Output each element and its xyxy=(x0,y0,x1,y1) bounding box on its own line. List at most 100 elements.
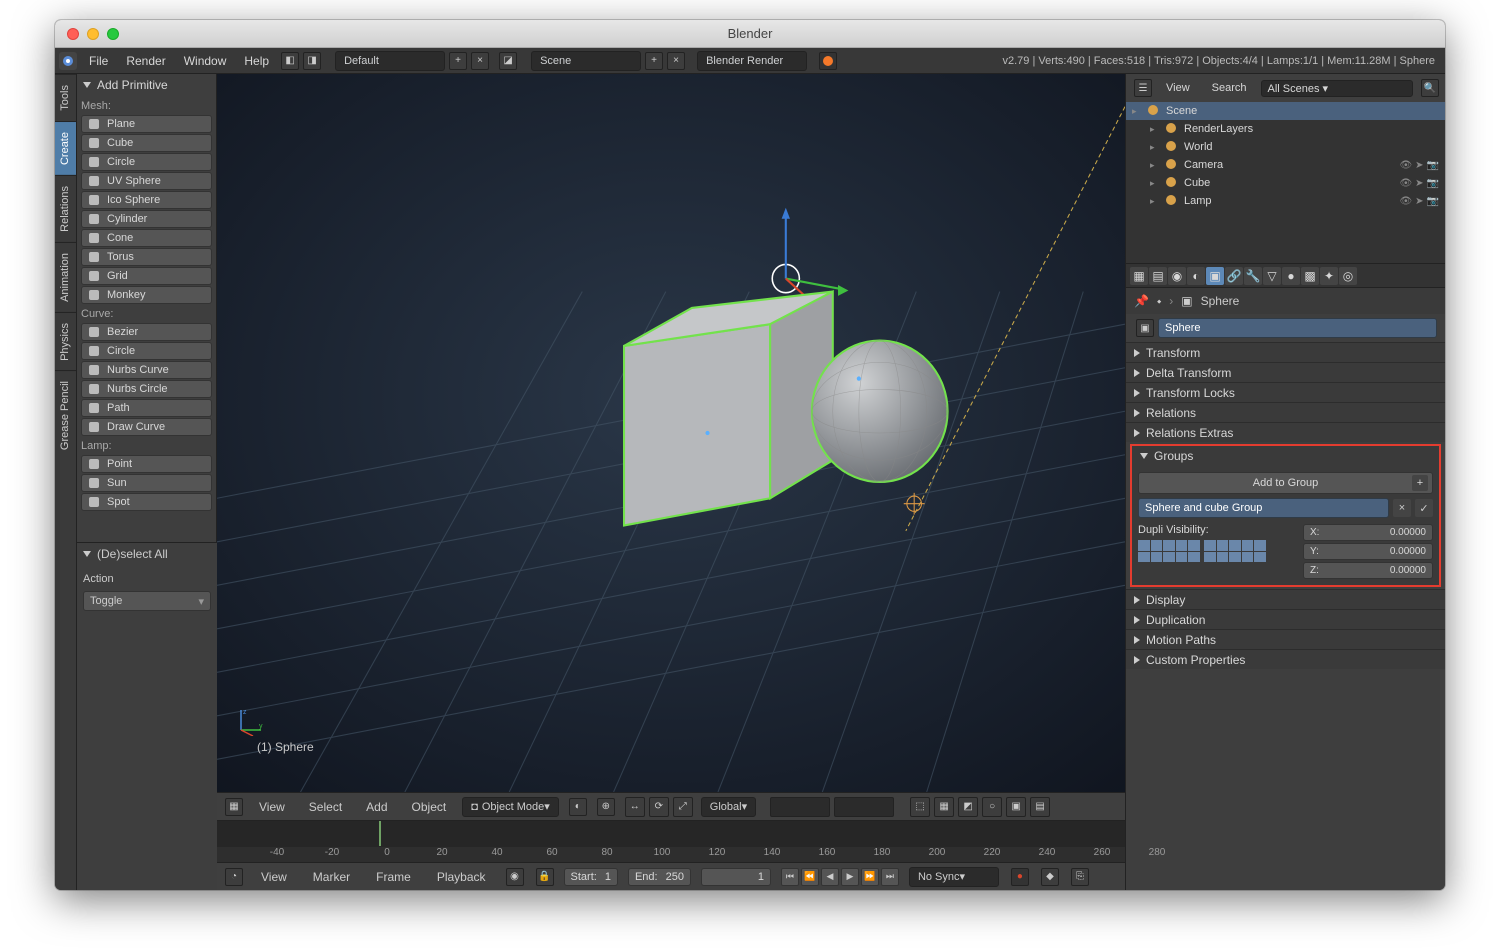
group-offset-z-field[interactable]: Z:0.00000 xyxy=(1303,562,1433,579)
cursor-icon[interactable]: ➤ xyxy=(1415,196,1423,207)
action-select[interactable]: Toggle▾ xyxy=(83,591,211,611)
tab-render-layers-icon[interactable]: ▤ xyxy=(1149,267,1167,285)
eye-icon[interactable]: 👁 xyxy=(1399,160,1412,171)
vtab-animation[interactable]: Animation xyxy=(55,242,76,312)
pin-icon[interactable]: 📌 xyxy=(1134,294,1149,308)
render-engine-select[interactable]: Blender Render xyxy=(697,51,807,71)
tab-texture-icon[interactable]: ▩ xyxy=(1301,267,1319,285)
layout-next-icon[interactable]: ◨ xyxy=(303,52,321,70)
group-offset-x-field[interactable]: X:0.00000 xyxy=(1303,524,1433,541)
pivot-icon[interactable]: ⊕ xyxy=(597,798,615,816)
group-name-field[interactable]: Sphere and cube Group xyxy=(1138,498,1389,518)
render-icon[interactable]: 📷 xyxy=(1427,178,1439,189)
operator-header[interactable]: (De)select All xyxy=(83,547,211,561)
add-to-group-button[interactable]: Add to Group + xyxy=(1138,472,1433,494)
remove-group-icon[interactable]: × xyxy=(1393,499,1411,517)
tab-render-icon[interactable]: ▦ xyxy=(1130,267,1148,285)
vtab-grease-pencil[interactable]: Grease Pencil xyxy=(55,370,76,460)
keying-set-icon[interactable]: ◆ xyxy=(1041,868,1059,886)
add-sun-button[interactable]: Sun xyxy=(81,474,212,492)
add-uv-sphere-button[interactable]: UV Sphere xyxy=(81,172,212,190)
menu-file[interactable]: File xyxy=(81,54,116,68)
tab-data-icon[interactable]: ▽ xyxy=(1263,267,1281,285)
vtab-physics[interactable]: Physics xyxy=(55,312,76,371)
scene-browse-icon[interactable]: ◪ xyxy=(499,52,517,70)
layout-add-icon[interactable]: + xyxy=(449,52,467,70)
outliner-row-renderlayers[interactable]: ▸RenderLayers xyxy=(1126,120,1445,138)
layout-prev-icon[interactable]: ◧ xyxy=(281,52,299,70)
add-cylinder-button[interactable]: Cylinder xyxy=(81,210,212,228)
eye-icon[interactable]: 👁 xyxy=(1399,178,1412,189)
object-datablock-icon[interactable]: ▣ xyxy=(1136,319,1154,337)
manipulator-translate-icon[interactable]: ↔ xyxy=(625,797,645,817)
add-draw-curve-button[interactable]: Draw Curve xyxy=(81,418,212,436)
add-spot-button[interactable]: Spot xyxy=(81,493,212,511)
proportional-icon[interactable]: ○ xyxy=(982,797,1002,817)
panel-custom-properties[interactable]: Custom Properties xyxy=(1126,649,1445,669)
vtab-relations[interactable]: Relations xyxy=(55,175,76,242)
add-circle-button[interactable]: Circle xyxy=(81,342,212,360)
camera-icon[interactable]: ▣ xyxy=(1006,797,1026,817)
add-nurbs-circle-button[interactable]: Nurbs Circle xyxy=(81,380,212,398)
sync-select[interactable]: No Sync ▾ xyxy=(909,867,999,887)
menu-render[interactable]: Render xyxy=(118,54,173,68)
tab-modifiers-icon[interactable]: 🔧 xyxy=(1244,267,1262,285)
render-icon[interactable]: 📷 xyxy=(1427,160,1439,171)
outliner-filter-select[interactable]: All Scenes ▾ xyxy=(1261,80,1413,97)
panel-transform-locks[interactable]: Transform Locks xyxy=(1126,382,1445,402)
shading-icon[interactable]: ◐ xyxy=(569,798,587,816)
eye-icon[interactable]: 👁 xyxy=(1399,196,1412,207)
add-circle-button[interactable]: Circle xyxy=(81,153,212,171)
vtab-tools[interactable]: Tools xyxy=(55,74,76,121)
add-path-button[interactable]: Path xyxy=(81,399,212,417)
tl-menu-marker[interactable]: Marker xyxy=(305,870,358,884)
groups-panel-header[interactable]: Groups xyxy=(1132,446,1439,466)
tab-world-icon[interactable]: ◐ xyxy=(1187,267,1205,285)
jump-start-icon[interactable]: ⏮ xyxy=(781,868,799,886)
next-keyframe-icon[interactable]: ⏩ xyxy=(861,868,879,886)
object-name-field[interactable]: Sphere xyxy=(1158,318,1437,338)
group-toggle-icon[interactable]: ✓ xyxy=(1415,499,1433,517)
add-ico-sphere-button[interactable]: Ico Sphere xyxy=(81,191,212,209)
add-nurbs-curve-button[interactable]: Nurbs Curve xyxy=(81,361,212,379)
overlay-icon[interactable]: ◩ xyxy=(958,797,978,817)
start-frame-field[interactable]: Start:1 xyxy=(564,868,618,886)
3d-menu-select[interactable]: Select xyxy=(301,800,350,814)
panel-relations-extras[interactable]: Relations Extras xyxy=(1126,422,1445,442)
tab-object-icon[interactable]: ▣ xyxy=(1206,267,1224,285)
add-plane-button[interactable]: Plane xyxy=(81,115,212,133)
add-bezier-button[interactable]: Bezier xyxy=(81,323,212,341)
tl-menu-playback[interactable]: Playback xyxy=(429,870,494,884)
prev-keyframe-icon[interactable]: ⏪ xyxy=(801,868,819,886)
layout-del-icon[interactable]: × xyxy=(471,52,489,70)
current-frame-field[interactable]: 1 xyxy=(701,868,771,886)
panel-motion-paths[interactable]: Motion Paths xyxy=(1126,629,1445,649)
tab-physics-icon[interactable]: ◎ xyxy=(1339,267,1357,285)
expand-icon[interactable]: ▸ xyxy=(1150,178,1160,189)
snap-icon[interactable]: ⬚ xyxy=(910,797,930,817)
scene-del-icon[interactable]: × xyxy=(667,52,685,70)
outliner-row-camera[interactable]: ▸Camera👁➤📷 xyxy=(1126,156,1445,174)
keying-popup-icon[interactable]: ⎘ xyxy=(1071,868,1089,886)
outliner-editor-icon[interactable]: ☰ xyxy=(1134,79,1152,97)
clapboard-icon[interactable]: ▤ xyxy=(1030,797,1050,817)
panel-display[interactable]: Display xyxy=(1126,589,1445,609)
outliner-search-icon[interactable]: 🔍 xyxy=(1421,79,1439,97)
outliner-row-cube[interactable]: ▸Cube👁➤📷 xyxy=(1126,174,1445,192)
expand-icon[interactable]: ▸ xyxy=(1150,142,1160,153)
tl-menu-view[interactable]: View xyxy=(253,870,295,884)
add-monkey-button[interactable]: Monkey xyxy=(81,286,212,304)
panel-transform[interactable]: Transform xyxy=(1126,342,1445,362)
render-preview-icon[interactable]: ▦ xyxy=(934,797,954,817)
timeline-cursor[interactable] xyxy=(379,821,381,846)
expand-icon[interactable]: ▸ xyxy=(1150,196,1160,207)
record-icon[interactable]: ● xyxy=(1011,868,1029,886)
scene-select[interactable]: Scene xyxy=(531,51,641,71)
manipulator-scale-icon[interactable]: ⤢ xyxy=(673,797,693,817)
manipulator-rotate-icon[interactable]: ⟳ xyxy=(649,797,669,817)
add-grid-button[interactable]: Grid xyxy=(81,267,212,285)
tab-particles-icon[interactable]: ✦ xyxy=(1320,267,1338,285)
add-cone-button[interactable]: Cone xyxy=(81,229,212,247)
layer-btn2[interactable] xyxy=(834,797,894,817)
tab-material-icon[interactable]: ● xyxy=(1282,267,1300,285)
